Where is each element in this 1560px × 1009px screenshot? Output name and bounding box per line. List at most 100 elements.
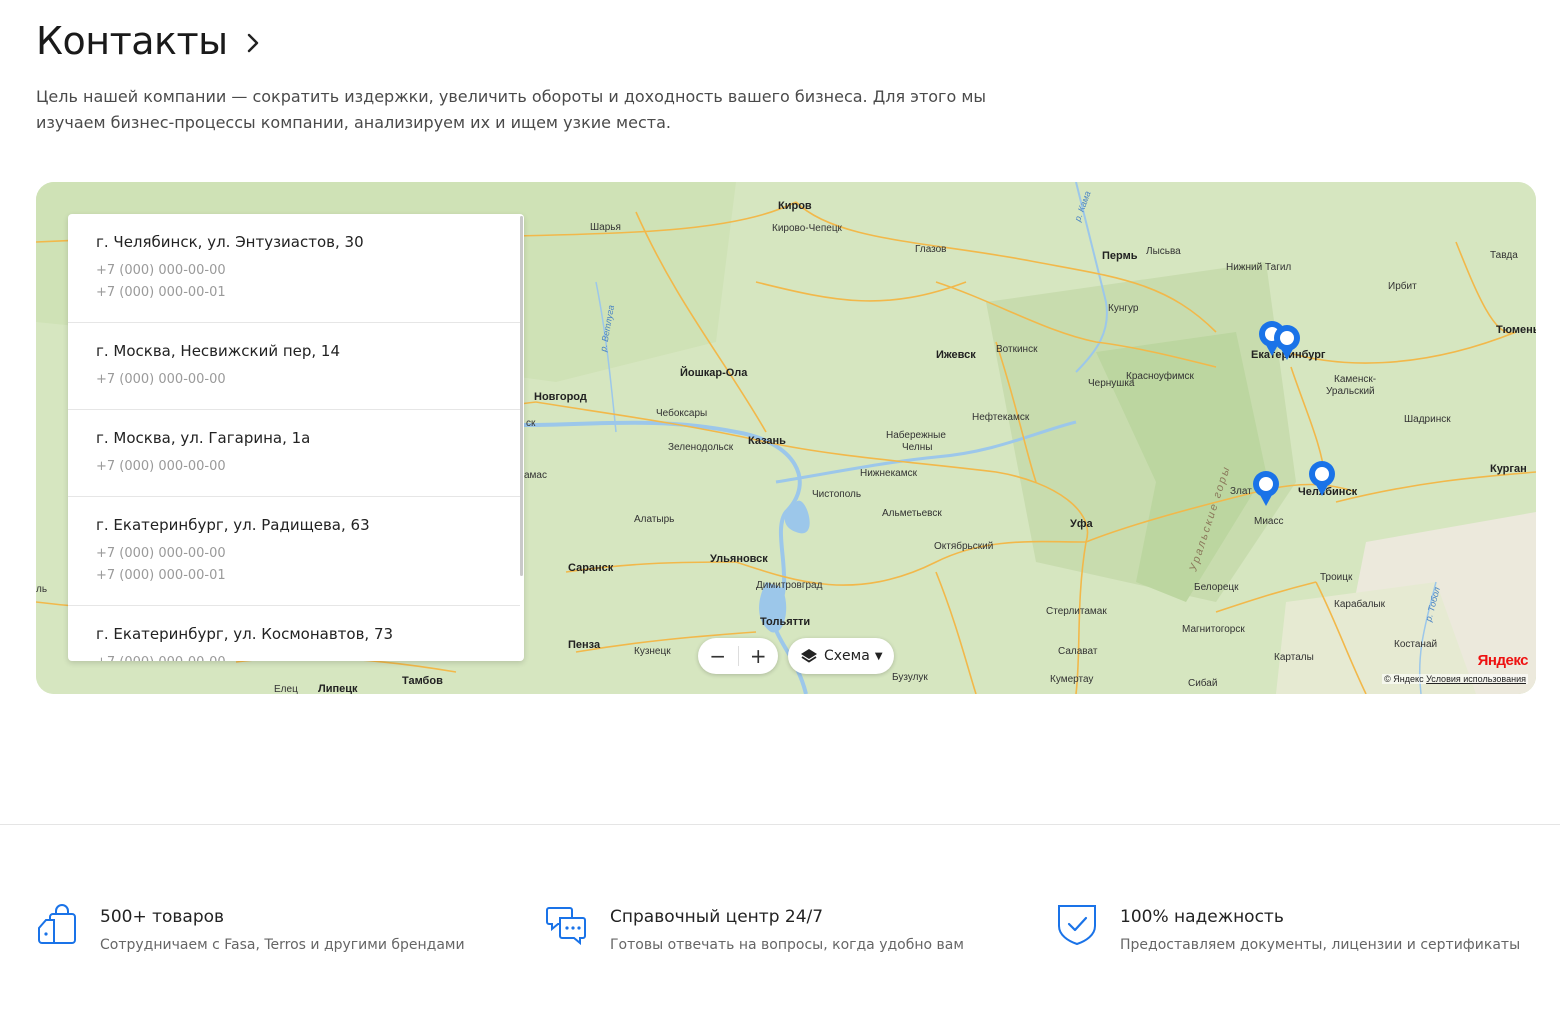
map-copyright: © Яндекс bbox=[1384, 674, 1424, 684]
map-label: Лысьва bbox=[1146, 246, 1181, 257]
map-label: Кумертау bbox=[1050, 674, 1093, 685]
map-label: Нижний Тагил bbox=[1226, 262, 1291, 273]
address-phone[interactable]: +7 (000) 000-00-00 bbox=[96, 543, 492, 565]
map-label: Ижевск bbox=[936, 349, 976, 361]
map-label: Пермь bbox=[1102, 250, 1138, 262]
address-item[interactable]: г. Москва, ул. Гагарина, 1а +7 (000) 000… bbox=[68, 410, 520, 497]
map-label: Зеленодольск bbox=[668, 442, 734, 453]
address-list-scrollbar[interactable] bbox=[520, 216, 523, 576]
map-label: Уральский bbox=[1326, 386, 1375, 397]
map-label: Миасс bbox=[1254, 516, 1283, 527]
map-label: Троицк bbox=[1320, 572, 1353, 583]
address-phone[interactable]: +7 (000) 000-00-00 bbox=[96, 652, 492, 661]
map-label: Йошкар-Ола bbox=[680, 366, 748, 379]
map-label: Чебоксары bbox=[656, 407, 707, 419]
address-phone[interactable]: +7 (000) 000-00-00 bbox=[96, 369, 492, 391]
map-label: Кирово-Чепецк bbox=[772, 223, 843, 234]
map-label: Алатырь bbox=[634, 514, 674, 525]
map-label: Салават bbox=[1058, 646, 1098, 657]
map-label: Карталы bbox=[1274, 652, 1314, 663]
map-layer-label: Схема bbox=[824, 648, 870, 664]
map-label: Набережные bbox=[886, 429, 946, 441]
map-label: Казань bbox=[748, 435, 786, 447]
map-label: Нефтекамск bbox=[972, 411, 1030, 423]
map-label: Уфа bbox=[1070, 518, 1093, 530]
address-name: г. Екатеринбург, ул. Радищева, 63 bbox=[96, 516, 370, 534]
map-label: Липецк bbox=[318, 683, 358, 694]
feature-title: 500+ товаров bbox=[100, 907, 225, 927]
map-label: Димитровград bbox=[756, 580, 823, 591]
map-terms-link[interactable]: Условия использования bbox=[1426, 674, 1526, 684]
map-label: Челябинск bbox=[1298, 486, 1358, 498]
map-label: ль bbox=[36, 584, 47, 595]
map-label: Тамбов bbox=[402, 675, 443, 687]
chat-bubbles-icon bbox=[546, 907, 586, 946]
address-name: г. Москва, Несвижский пер, 14 bbox=[96, 342, 341, 360]
map-label: Тольятти bbox=[760, 616, 810, 628]
map-label: Шадринск bbox=[1404, 414, 1451, 425]
map-label: Челны bbox=[902, 442, 932, 453]
map-label: Кузнецк bbox=[634, 646, 671, 657]
map[interactable]: Киров Кирово-Чепецк Шарья Глазов Пермь Л… bbox=[36, 182, 1536, 694]
zoom-out-button[interactable]: − bbox=[698, 638, 738, 674]
map-label: Стерлитамак bbox=[1046, 606, 1107, 617]
map-label: Шарья bbox=[590, 222, 621, 233]
map-label: Саранск bbox=[568, 562, 614, 574]
address-list[interactable]: г. Челябинск, ул. Энтузиастов, 30 +7 (00… bbox=[68, 214, 524, 661]
chevron-right-icon[interactable] bbox=[246, 32, 260, 54]
map-label: Новгород bbox=[534, 391, 587, 403]
map-label: Тавда bbox=[1490, 250, 1518, 261]
map-label: Сибай bbox=[1188, 677, 1217, 689]
address-item[interactable]: г. Екатеринбург, ул. Радищева, 63 +7 (00… bbox=[68, 497, 520, 606]
map-label: Костанай bbox=[1394, 639, 1437, 650]
layers-icon bbox=[801, 649, 817, 663]
map-label: Кунгур bbox=[1108, 303, 1139, 314]
address-phone[interactable]: +7 (000) 000-00-00 bbox=[96, 456, 492, 478]
map-label: Глазов bbox=[915, 244, 946, 255]
map-label: ск bbox=[526, 418, 536, 429]
address-item[interactable]: г. Челябинск, ул. Энтузиастов, 30 +7 (00… bbox=[68, 214, 520, 323]
map-label: Каменск- bbox=[1334, 374, 1376, 385]
feature-products: 500+ товаров Сотрудничаем с Fasa, Terros… bbox=[36, 904, 465, 956]
address-name: г. Москва, ул. Гагарина, 1а bbox=[96, 429, 311, 447]
zoom-in-button[interactable]: + bbox=[738, 638, 778, 674]
address-name: г. Челябинск, ул. Энтузиастов, 30 bbox=[96, 233, 364, 251]
page-description: Цель нашей компании — сократить издержки… bbox=[36, 87, 987, 132]
map-label: Альметьевск bbox=[882, 508, 942, 519]
address-item[interactable]: г. Екатеринбург, ул. Космонавтов, 73 +7 … bbox=[68, 606, 520, 661]
map-label: Воткинск bbox=[996, 344, 1038, 355]
address-phone[interactable]: +7 (000) 000-00-01 bbox=[96, 565, 492, 587]
map-credits: © Яндекс Условия использования bbox=[1382, 674, 1528, 684]
feature-reliability: 100% надежность Предоставляем документы,… bbox=[1056, 904, 1520, 956]
map-label: Елец bbox=[274, 684, 298, 694]
map-label: Нижнекамск bbox=[860, 468, 918, 479]
yandex-logo-text: Яндекс bbox=[1477, 652, 1529, 669]
feature-subtitle: Предоставляем документы, лицензии и серт… bbox=[1120, 937, 1521, 953]
map-label: Ульяновск bbox=[710, 553, 768, 565]
shield-check-icon bbox=[1058, 905, 1096, 946]
shopping-bags-icon bbox=[38, 904, 76, 944]
address-phone[interactable]: +7 (000) 000-00-01 bbox=[96, 282, 492, 304]
feature-title: Справочный центр 24/7 bbox=[610, 907, 824, 927]
map-label: Бузулук bbox=[892, 672, 928, 683]
map-label: Ирбит bbox=[1388, 280, 1417, 292]
section-divider bbox=[0, 824, 1560, 825]
yandex-logo[interactable]: Яндекс bbox=[1477, 652, 1529, 669]
address-item[interactable]: г. Москва, Несвижский пер, 14 +7 (000) 0… bbox=[68, 323, 520, 410]
map-label: Курган bbox=[1490, 463, 1527, 475]
map-label: амас bbox=[524, 470, 547, 481]
page-title: Контакты bbox=[36, 19, 228, 63]
map-label: Магнитогорск bbox=[1182, 624, 1245, 635]
feature-subtitle: Готовы отвечать на вопросы, когда удобно… bbox=[610, 937, 964, 953]
map-label: Чистополь bbox=[812, 489, 861, 500]
map-label: Октябрьский bbox=[934, 540, 993, 552]
map-label: Злат bbox=[1230, 486, 1252, 497]
title-row[interactable]: Контакты bbox=[36, 18, 260, 64]
zoom-control[interactable]: − + bbox=[698, 638, 778, 674]
map-label: Красноуфимск bbox=[1126, 370, 1194, 382]
map-layer-dropdown[interactable]: Схема ▼ bbox=[788, 638, 894, 674]
address-phone[interactable]: +7 (000) 000-00-00 bbox=[96, 260, 492, 282]
address-name: г. Екатеринбург, ул. Космонавтов, 73 bbox=[96, 625, 394, 643]
feature-subtitle: Сотрудничаем с Fasa, Terros и другими бр… bbox=[100, 937, 465, 953]
map-label: Белорецк bbox=[1194, 582, 1239, 593]
